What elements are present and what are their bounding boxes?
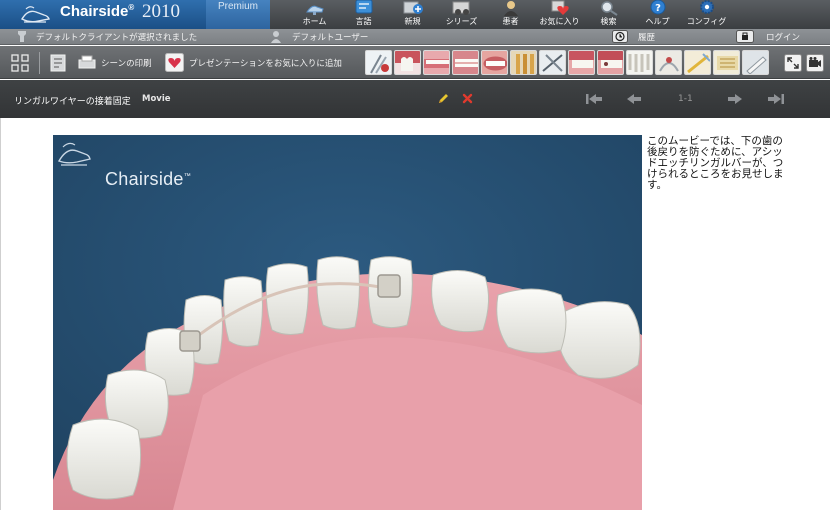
previous-page-icon[interactable]	[626, 93, 642, 105]
movie-title: リンガルワイヤーの接着固定	[14, 97, 131, 107]
login-link[interactable]: ログイン	[766, 31, 800, 43]
nav-search[interactable]: 検索	[584, 0, 633, 29]
favorite-heart-icon[interactable]	[165, 53, 184, 72]
nav-home-label: ホーム	[302, 17, 327, 26]
config-icon	[700, 0, 714, 14]
nav-search-label: 検索	[600, 17, 617, 26]
content-area: Chairside™ このムービーでは、下の歯の後戻りを防ぐために、アシッドエッ…	[0, 118, 830, 510]
thumb-incisors[interactable]	[626, 50, 653, 75]
client-icon	[18, 31, 26, 42]
nav-language-label: 言語	[355, 17, 372, 26]
chair-icon	[306, 5, 324, 15]
fullscreen-icon[interactable]	[784, 54, 802, 72]
nav-config-label: コンフィグ	[686, 17, 727, 26]
thumb-implant[interactable]	[510, 50, 537, 75]
app-name: Chairside®	[60, 3, 135, 20]
movie-description: このムービーでは、下の歯の後戻りを防ぐために、アシッドエッチリンガルバーが、つけ…	[647, 135, 784, 191]
svg-text:?: ?	[655, 3, 661, 14]
nav-new[interactable]: 新規	[388, 0, 437, 29]
nav-config[interactable]: コンフィグ	[682, 0, 731, 29]
nav-help[interactable]: ? ヘルプ	[633, 0, 682, 29]
thumb-lips[interactable]	[481, 50, 508, 75]
new-icon	[403, 1, 423, 14]
chair-logo-icon	[21, 6, 50, 23]
dental-arch-illustration	[53, 135, 642, 510]
thumb-denture[interactable]	[423, 50, 450, 75]
patient-icon	[504, 1, 518, 16]
heart-icon	[551, 0, 569, 15]
user-icon	[271, 31, 281, 43]
delete-x-icon[interactable]	[462, 93, 473, 104]
film-icon	[452, 1, 470, 15]
toolbar: シーンの印刷 プレゼンテーションをお気に入りに追加	[0, 46, 830, 79]
nav-help-label: ヘルプ	[645, 17, 670, 26]
thumb-extraction[interactable]	[597, 50, 624, 75]
thumb-whitening[interactable]	[742, 50, 769, 75]
nav-home[interactable]: ホーム	[290, 0, 339, 29]
thumb-bridge[interactable]	[539, 50, 566, 75]
first-page-icon[interactable]	[585, 93, 603, 105]
next-page-icon[interactable]	[727, 93, 743, 105]
video-camera-icon[interactable]	[806, 54, 824, 72]
edit-pencil-icon[interactable]	[437, 93, 449, 105]
nav-new-label: 新規	[404, 17, 421, 26]
user-status: デフォルトユーザー	[292, 33, 369, 43]
nav-patient-label: 患者	[502, 17, 519, 26]
thumb-brush[interactable]	[684, 50, 711, 75]
edition-label: Premium	[206, 0, 270, 29]
globe-icon	[355, 0, 373, 14]
thumb-ortho[interactable]	[655, 50, 682, 75]
nav-series[interactable]: シリーズ	[437, 0, 486, 29]
grid-view-icon[interactable]	[11, 54, 29, 72]
top-bar: Chairside® 2010 Premium ホーム 言語 新規 シリーズ 患…	[0, 0, 830, 29]
print-scene-button[interactable]: シーンの印刷	[101, 57, 152, 69]
thumb-teeth-row[interactable]	[568, 50, 595, 75]
print-icon[interactable]	[78, 55, 96, 70]
lock-icon[interactable]	[736, 30, 754, 43]
nav-favorites-label: お気に入り	[539, 17, 580, 26]
thumb-veneer[interactable]	[713, 50, 740, 75]
app-year: 2010	[142, 1, 180, 22]
nav-patient[interactable]: 患者	[486, 0, 535, 29]
status-bar: デフォルトクライアントが選択されました デフォルトユーザー 履歴 ログイン	[0, 29, 830, 45]
movie-header: リンガルワイヤーの接着固定 Movie 1-1	[0, 80, 830, 118]
client-status: デフォルトクライアントが選択されました	[36, 33, 198, 43]
help-icon: ?	[650, 0, 666, 15]
search-icon	[601, 1, 618, 16]
toolbar-divider	[39, 52, 40, 74]
main-nav: ホーム 言語 新規 シリーズ 患者 お気に入り 検索 ? ヘルプ コンフィグ	[290, 0, 731, 29]
add-favorite-button[interactable]: プレゼンテーションをお気に入りに追加	[189, 57, 342, 69]
document-icon[interactable]	[50, 54, 66, 72]
history-link[interactable]: 履歴	[638, 31, 655, 43]
movie-kind: Movie	[142, 94, 171, 104]
nav-favorites[interactable]: お気に入り	[535, 0, 584, 29]
thumb-crown[interactable]	[394, 50, 421, 75]
movie-player[interactable]: Chairside™	[53, 135, 642, 510]
thumb-dental-tools[interactable]	[365, 50, 392, 75]
page-indicator: 1-1	[678, 94, 693, 104]
history-icon[interactable]	[612, 30, 628, 43]
nav-language[interactable]: 言語	[339, 0, 388, 29]
watermark-text: Chairside™	[105, 169, 192, 189]
app-window: Chairside® 2010 Premium ホーム 言語 新規 シリーズ 患…	[0, 0, 830, 510]
brand-area: Chairside® 2010 Premium	[0, 0, 270, 29]
thumb-smile[interactable]	[452, 50, 479, 75]
nav-series-label: シリーズ	[445, 17, 478, 26]
last-page-icon[interactable]	[767, 93, 785, 105]
